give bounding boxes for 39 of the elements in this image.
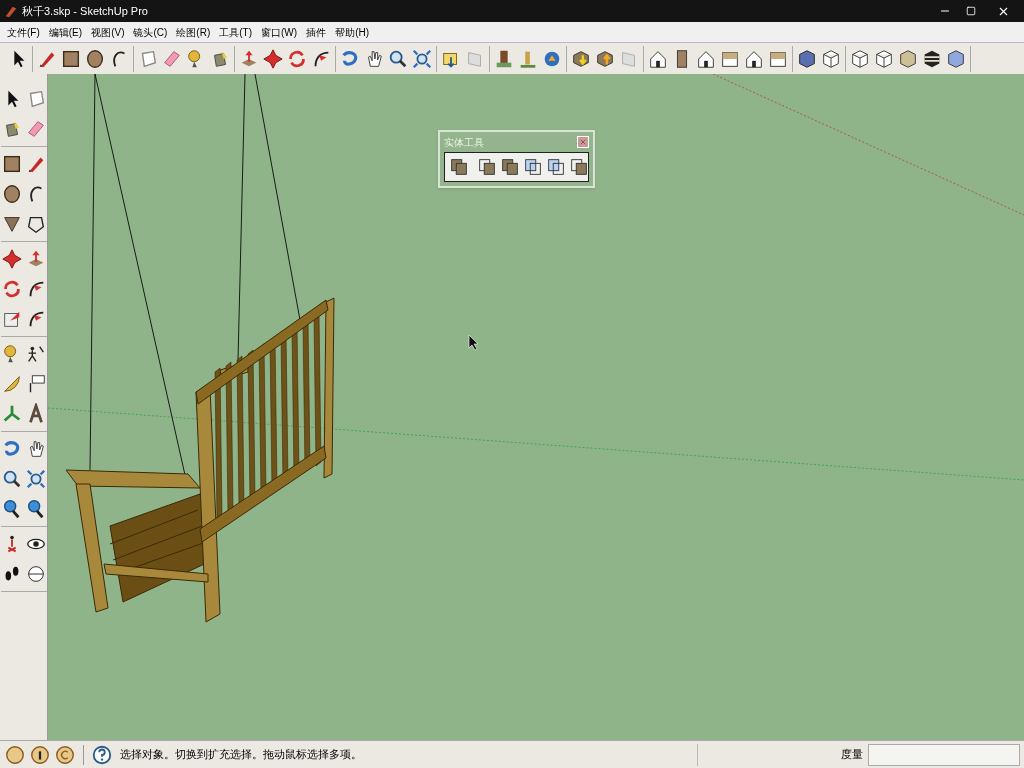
- zoom-extents-icon[interactable]: [411, 47, 433, 70]
- cube-icon[interactable]: [897, 47, 919, 70]
- app-icon: [4, 4, 18, 18]
- solid-icon[interactable]: [476, 156, 498, 178]
- close-icon: [579, 138, 587, 146]
- measurement-label: 度量: [841, 747, 863, 763]
- cube-icon[interactable]: [820, 47, 842, 70]
- solid-icon[interactable]: [499, 156, 521, 178]
- solid-icon[interactable]: [448, 156, 470, 178]
- menu-item[interactable]: 绘图(R): [173, 24, 214, 40]
- help-icon[interactable]: [91, 743, 113, 766]
- measurement-field[interactable]: [868, 743, 1020, 766]
- menu-item[interactable]: 镜头(C): [130, 24, 171, 40]
- cube-icon[interactable]: [849, 47, 871, 70]
- menu-item[interactable]: 文件(F): [4, 24, 43, 40]
- panel-title: 实体工具: [444, 135, 484, 150]
- cube-icon[interactable]: [796, 47, 818, 70]
- menu-item[interactable]: 编辑(E): [45, 24, 86, 40]
- menu-item[interactable]: 视图(V): [88, 24, 128, 40]
- solid-icon[interactable]: [568, 156, 590, 178]
- zoom-extents-icon[interactable]: [24, 468, 47, 490]
- maximize-icon: [966, 6, 976, 16]
- solid-icon[interactable]: [545, 156, 567, 178]
- window-title: 秋千3.skp - SketchUp Pro: [22, 3, 148, 19]
- move-icon[interactable]: [0, 248, 23, 270]
- cube-icon[interactable]: [873, 47, 895, 70]
- menu-item[interactable]: 窗口(W): [258, 24, 301, 40]
- menu-item[interactable]: 工具(T): [216, 24, 256, 40]
- circle-icon[interactable]: [84, 47, 106, 70]
- panel-close-button[interactable]: [577, 136, 589, 148]
- info-icon[interactable]: [29, 743, 51, 766]
- cube-icon[interactable]: [945, 47, 967, 70]
- status-message: 选择对象。切换到扩充选择。拖动鼠标选择多项。: [120, 747, 362, 763]
- menu-item[interactable]: 插件: [303, 24, 330, 40]
- menu-item[interactable]: 帮助(H): [332, 24, 373, 40]
- solid-icon[interactable]: [522, 156, 544, 178]
- move-icon[interactable]: [262, 47, 284, 70]
- credits-icon[interactable]: [54, 743, 76, 766]
- cursor-icon: [468, 334, 479, 351]
